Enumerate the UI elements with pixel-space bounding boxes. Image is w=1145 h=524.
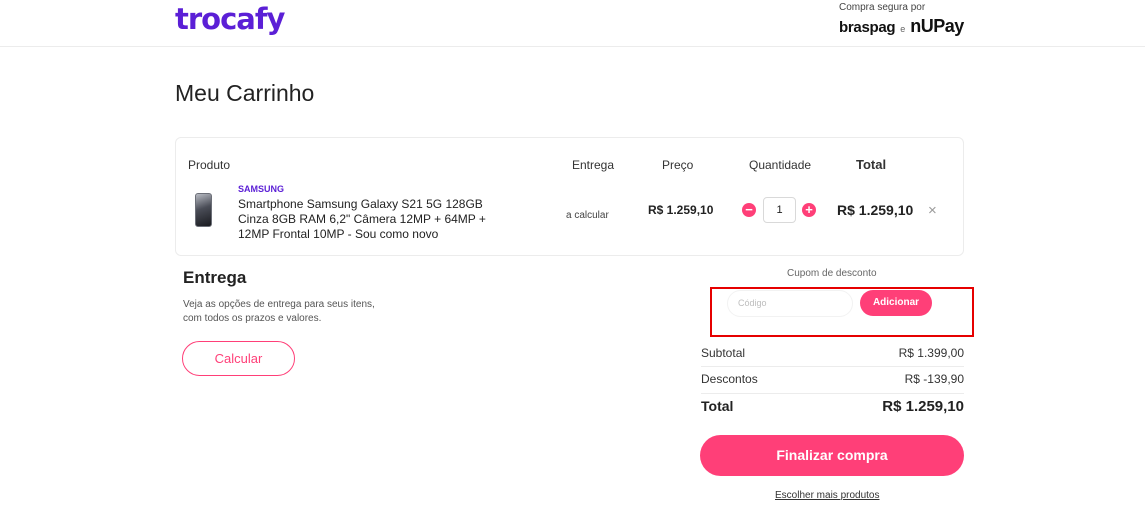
discount-label: Descontos (701, 372, 758, 386)
column-header-total: Total (856, 157, 887, 172)
total-value: R$ 1.259,10 (882, 398, 964, 415)
product-brand: SAMSUNG (238, 184, 285, 194)
product-name[interactable]: Smartphone Samsung Galaxy S21 5G 128GB C… (238, 197, 513, 242)
increase-quantity-icon[interactable]: + (802, 203, 816, 217)
calculate-shipping-button[interactable]: Calcular (182, 341, 295, 376)
subtotal-row: Subtotal R$ 1.399,00 (701, 346, 964, 360)
subtotal-value: R$ 1.399,00 (898, 346, 964, 360)
column-header-price: Preço (662, 158, 694, 172)
discount-row: Descontos R$ -139,90 (701, 372, 964, 386)
page-title: Meu Carrinho (175, 80, 315, 106)
shipping-description: Veja as opções de entrega para seus iten… (183, 299, 375, 324)
quantity-input[interactable]: 1 (763, 197, 796, 223)
coupon-label: Cupom de desconto (787, 268, 877, 279)
payment-partners: braspag e nUPay (839, 16, 964, 37)
summary-divider (701, 393, 964, 394)
trocafy-logo[interactable]: trocafy (175, 2, 285, 36)
column-header-delivery: Entrega (572, 158, 615, 172)
partners-separator: e (900, 24, 906, 34)
cart-table: Produto Entrega Preço Quantidade Total S… (175, 137, 964, 256)
summary-divider (701, 366, 964, 367)
secure-purchase-label: Compra segura por (839, 2, 926, 13)
nupay-logo: nUPay (910, 16, 964, 36)
item-total: R$ 1.259,10 (837, 202, 914, 218)
discount-value: R$ -139,90 (904, 372, 964, 386)
coupon-code-input[interactable]: Código (727, 290, 853, 317)
total-label: Total (701, 398, 734, 414)
checkout-button[interactable]: Finalizar compra (700, 435, 964, 476)
column-header-quantity: Quantidade (749, 158, 812, 172)
remove-item-icon[interactable]: × (928, 202, 937, 219)
subtotal-label: Subtotal (701, 346, 746, 360)
unit-price: R$ 1.259,10 (648, 203, 714, 217)
site-header: trocafy Compra segura por braspag e nUPa… (0, 0, 1145, 47)
add-coupon-button[interactable]: Adicionar (860, 290, 932, 316)
choose-more-products-link[interactable]: Escolher mais produtos (775, 490, 880, 501)
product-image[interactable] (195, 193, 212, 227)
total-row: Total R$ 1.259,10 (701, 398, 964, 415)
decrease-quantity-icon[interactable]: − (742, 203, 756, 217)
delivery-value: a calcular (566, 210, 609, 221)
braspag-logo: braspag (839, 19, 896, 36)
column-header-product: Produto (188, 158, 231, 172)
shipping-title: Entrega (183, 268, 247, 287)
